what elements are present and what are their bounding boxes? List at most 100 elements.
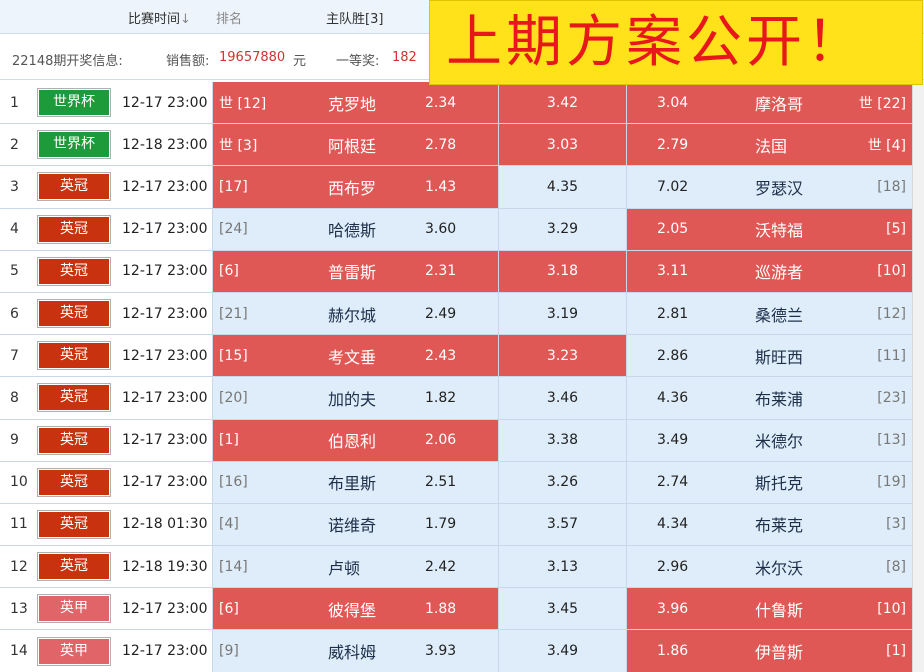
- draw-cell[interactable]: 3.26: [498, 461, 626, 503]
- home-team[interactable]: 赫尔城: [328, 302, 376, 326]
- draw-cell[interactable]: 3.38: [498, 419, 626, 461]
- away-team[interactable]: 布莱浦: [755, 386, 803, 410]
- home-win-cell[interactable]: [14] 卢顿 2.42: [212, 546, 498, 588]
- home-team[interactable]: 诺维奇: [328, 512, 376, 536]
- league-badge[interactable]: 英冠: [38, 510, 110, 538]
- away-team[interactable]: 摩洛哥: [755, 91, 803, 115]
- scrollbar[interactable]: [912, 82, 924, 672]
- away-win-cell[interactable]: 4.36 布莱浦 [23]: [626, 377, 912, 419]
- home-team[interactable]: 哈德斯: [328, 217, 376, 241]
- home-win-cell[interactable]: [21] 赫尔城 2.49: [212, 292, 498, 335]
- away-team[interactable]: 米尔沃: [755, 555, 803, 579]
- away-win-cell[interactable]: 4.34 布莱克 [3]: [626, 503, 912, 546]
- league-badge[interactable]: 英甲: [38, 637, 110, 665]
- table-row[interactable]: 12 英冠 12-18 19:30 [14] 卢顿 2.42 3.13 2.96 米尔沃 [8]: [0, 546, 924, 589]
- home-win-cell[interactable]: 世 [12] 克罗地 2.34: [212, 82, 498, 124]
- table-row[interactable]: 4 英冠 12-17 23:00 [24] 哈德斯 3.60 3.29 2.05 沃特福 [5]: [0, 208, 924, 251]
- away-team[interactable]: 桑德兰: [755, 302, 803, 326]
- away-team[interactable]: 斯托克: [755, 470, 803, 494]
- draw-cell[interactable]: 3.46: [498, 377, 626, 419]
- away-win-cell[interactable]: 3.04 摩洛哥 世 [22]: [626, 82, 912, 124]
- draw-cell[interactable]: 3.29: [498, 208, 626, 250]
- table-row[interactable]: 3 英冠 12-17 23:00 [17] 西布罗 1.43 4.35 7.02 罗瑟汉 [18]: [0, 166, 924, 209]
- away-win-cell[interactable]: 2.74 斯托克 [19]: [626, 461, 912, 503]
- draw-cell[interactable]: 3.13: [498, 546, 626, 588]
- league-badge[interactable]: 英甲: [38, 595, 110, 623]
- home-team[interactable]: 布里斯: [328, 470, 376, 494]
- league-badge[interactable]: 世界杯: [38, 131, 110, 159]
- table-row[interactable]: 5 英冠 12-17 23:00 [6] 普雷斯 2.31 3.18 3.11 巡游者 [10]: [0, 250, 924, 293]
- sort-arrow-icon[interactable]: ↓: [180, 12, 191, 27]
- home-team[interactable]: 伯恩利: [328, 428, 376, 452]
- league-badge[interactable]: 英冠: [38, 384, 110, 412]
- away-team[interactable]: 米德尔: [755, 428, 803, 452]
- draw-cell[interactable]: 3.19: [498, 292, 626, 335]
- table-row[interactable]: 9 英冠 12-17 23:00 [1] 伯恩利 2.06 3.38 3.49 米德尔 [13]: [0, 419, 924, 462]
- away-team[interactable]: 斯旺西: [755, 344, 803, 368]
- away-team[interactable]: 伊普斯: [755, 639, 803, 663]
- league-badge[interactable]: 英冠: [38, 553, 110, 581]
- table-row[interactable]: 10 英冠 12-17 23:00 [16] 布里斯 2.51 3.26 2.74 斯托克 [19…: [0, 461, 924, 504]
- home-team[interactable]: 克罗地: [328, 91, 376, 115]
- home-win-cell[interactable]: [1] 伯恩利 2.06: [212, 419, 498, 461]
- away-win-cell[interactable]: 3.96 什鲁斯 [10]: [626, 588, 912, 630]
- away-win-cell[interactable]: 3.11 巡游者 [10]: [626, 250, 912, 292]
- home-win-cell[interactable]: [6] 普雷斯 2.31: [212, 250, 498, 292]
- home-team[interactable]: 威科姆: [328, 639, 376, 663]
- draw-cell[interactable]: 3.49: [498, 630, 626, 672]
- home-team[interactable]: 西布罗: [328, 175, 376, 199]
- home-team[interactable]: 阿根廷: [328, 133, 376, 157]
- match-time-header[interactable]: 比赛时间↓: [128, 8, 191, 27]
- home-team[interactable]: 考文垂: [328, 344, 376, 368]
- table-row[interactable]: 13 英甲 12-17 23:00 [6] 彼得堡 1.88 3.45 3.96 什鲁斯 [10]: [0, 588, 924, 631]
- home-team[interactable]: 普雷斯: [328, 259, 376, 283]
- table-row[interactable]: 6 英冠 12-17 23:00 [21] 赫尔城 2.49 3.19 2.81 桑德兰 [12]: [0, 292, 924, 336]
- league-badge[interactable]: 英冠: [38, 215, 110, 243]
- table-row[interactable]: 7 英冠 12-17 23:00 [15] 考文垂 2.43 3.23 2.86 斯旺西 [11]: [0, 335, 924, 378]
- away-win-cell[interactable]: 2.96 米尔沃 [8]: [626, 546, 912, 588]
- away-win-cell[interactable]: 7.02 罗瑟汉 [18]: [626, 166, 912, 208]
- home-win-cell[interactable]: [9] 威科姆 3.93: [212, 630, 498, 672]
- home-win-cell[interactable]: [6] 彼得堡 1.88: [212, 588, 498, 630]
- home-win-cell[interactable]: [16] 布里斯 2.51: [212, 461, 498, 503]
- away-win-cell[interactable]: 1.86 伊普斯 [1]: [626, 630, 912, 672]
- draw-cell[interactable]: 3.03: [498, 124, 626, 166]
- draw-cell[interactable]: 3.45: [498, 588, 626, 630]
- home-win-cell[interactable]: [17] 西布罗 1.43: [212, 166, 498, 208]
- away-win-cell[interactable]: 3.49 米德尔 [13]: [626, 419, 912, 461]
- away-team[interactable]: 巡游者: [755, 259, 803, 283]
- table-row[interactable]: 14 英甲 12-17 23:00 [9] 威科姆 3.93 3.49 1.86 伊普斯 [1]: [0, 630, 924, 672]
- away-team[interactable]: 什鲁斯: [755, 597, 803, 621]
- away-team[interactable]: 法国: [755, 133, 787, 157]
- home-team[interactable]: 卢顿: [328, 555, 360, 579]
- home-win-cell[interactable]: [20] 加的夫 1.82: [212, 377, 498, 419]
- away-win-cell[interactable]: 2.86 斯旺西 [11]: [626, 335, 912, 377]
- home-win-cell[interactable]: [15] 考文垂 2.43: [212, 335, 498, 377]
- away-win-cell[interactable]: 2.05 沃特福 [5]: [626, 208, 912, 250]
- league-badge[interactable]: 英冠: [38, 468, 110, 496]
- draw-cell[interactable]: 3.57: [498, 503, 626, 546]
- table-row[interactable]: 1 世界杯 12-17 23:00 世 [12] 克罗地 2.34 3.42 3.04 摩洛哥 世…: [0, 82, 924, 125]
- home-win-cell[interactable]: [24] 哈德斯 3.60: [212, 208, 498, 250]
- away-team[interactable]: 罗瑟汉: [755, 175, 803, 199]
- league-badge[interactable]: 英冠: [38, 426, 110, 454]
- table-row[interactable]: 2 世界杯 12-18 23:00 世 [3] 阿根廷 2.78 3.03 2.79 法国 世 […: [0, 124, 924, 167]
- home-team[interactable]: 加的夫: [328, 386, 376, 410]
- table-row[interactable]: 8 英冠 12-17 23:00 [20] 加的夫 1.82 3.46 4.36 布莱浦 [23]: [0, 377, 924, 420]
- home-win-cell[interactable]: [4] 诺维奇 1.79: [212, 503, 498, 546]
- home-win-cell[interactable]: 世 [3] 阿根廷 2.78: [212, 124, 498, 166]
- league-badge[interactable]: 英冠: [38, 300, 110, 328]
- league-badge[interactable]: 英冠: [38, 173, 110, 201]
- away-team[interactable]: 沃特福: [755, 217, 803, 241]
- away-win-cell[interactable]: 2.79 法国 世 [4]: [626, 124, 912, 166]
- table-row[interactable]: 11 英冠 12-18 01:30 [4] 诺维奇 1.79 3.57 4.34 布莱克 [3]: [0, 503, 924, 547]
- away-team[interactable]: 布莱克: [755, 512, 803, 536]
- league-badge[interactable]: 世界杯: [38, 89, 110, 117]
- draw-cell[interactable]: 4.35: [498, 166, 626, 208]
- draw-cell[interactable]: 3.42: [498, 82, 626, 124]
- draw-cell[interactable]: 3.18: [498, 250, 626, 292]
- draw-cell[interactable]: 3.23: [498, 335, 626, 377]
- league-badge[interactable]: 英冠: [38, 257, 110, 285]
- away-win-cell[interactable]: 2.81 桑德兰 [12]: [626, 292, 912, 335]
- home-team[interactable]: 彼得堡: [328, 597, 376, 621]
